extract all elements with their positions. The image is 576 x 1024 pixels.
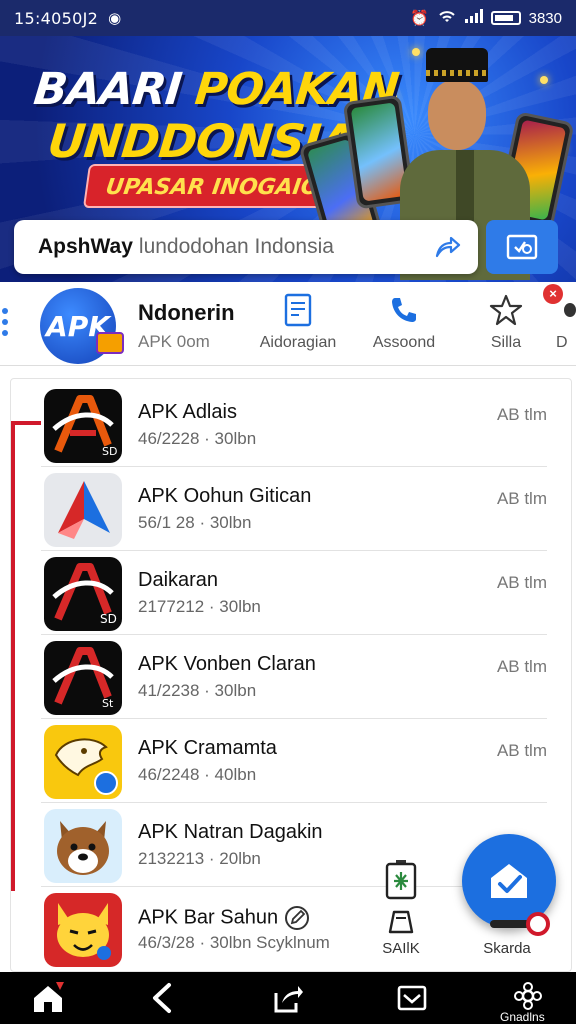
red-accent-line — [11, 421, 41, 891]
edit-icon[interactable] — [284, 905, 310, 931]
app-meta: 56/1 28 · 30lbn — [138, 513, 252, 532]
inbox-icon[interactable] — [392, 980, 432, 1016]
app-size: AB tlm — [496, 741, 547, 760]
banner-headline-white: BAARI — [31, 64, 184, 115]
svg-text:St: St — [102, 697, 114, 710]
quick-item-assoond[interactable]: Assoond — [356, 292, 452, 352]
quick-item-aidoragian[interactable]: Aidoragian — [250, 292, 346, 352]
status-icons: ⏰ 3830 — [410, 8, 562, 28]
app-name: Daikaran — [138, 569, 219, 591]
app-size: AB tlm — [496, 573, 547, 592]
app-meta: 46/3/28 · 30lbn Scyklnum — [138, 933, 330, 952]
back-icon[interactable] — [142, 980, 182, 1016]
app-arrow-logo-icon — [44, 473, 122, 547]
svg-text:SD: SD — [102, 445, 117, 458]
quick-bar: APK Ndonerin APK 0om Aidoragian Assoond … — [0, 282, 576, 366]
app-meta: 46/2228 · 30lbn — [138, 429, 257, 448]
bag-icon — [388, 910, 414, 934]
app-a-logo-icon: St — [44, 641, 122, 715]
home-icon[interactable] — [28, 980, 68, 1016]
app-meta: 46/2248 · 40lbn — [138, 765, 257, 784]
app-name: APK Adlais — [138, 401, 237, 423]
skarda-label[interactable]: Skarda — [470, 940, 544, 957]
list-item[interactable]: APK Oohun Gitican 56/1 28 · 30lbn AB tlm — [41, 467, 547, 551]
search-input[interactable] — [138, 235, 429, 259]
app-meta: 41/2238 · 30lbn — [138, 681, 257, 700]
quick-item-label: D — [556, 334, 568, 351]
menu-dots-icon[interactable] — [2, 308, 10, 336]
document-icon — [250, 292, 346, 328]
alarm-icon: ⏰ — [409, 10, 429, 27]
share-icon[interactable] — [430, 230, 464, 264]
signal-icon — [464, 9, 483, 27]
wifi-icon — [437, 8, 457, 28]
scan-button[interactable] — [486, 220, 558, 274]
star-icon — [458, 292, 554, 328]
quick-item-label: Silla — [490, 334, 522, 351]
quick-item-label: Aidoragian — [259, 334, 337, 351]
app-size: AB tlm — [496, 657, 547, 676]
app-size: AB tlm — [496, 489, 547, 508]
search-bar[interactable]: ApshWay — [14, 220, 478, 274]
status-bar: 15:4050J2 ◉ ⏰ 3830 — [0, 0, 576, 36]
app-dog-logo-icon — [44, 809, 122, 883]
quick-item-label: Assoond — [372, 334, 436, 351]
list-item[interactable]: St APK Vonben Claran 41/2238 · 30lbn AB … — [41, 635, 547, 719]
app-meta: 2177212 · 30lbn — [138, 597, 261, 616]
quick-bar-subtitle: APK 0om — [138, 332, 210, 351]
gear-icon[interactable] — [508, 978, 548, 1014]
search-brand: ApshWay — [38, 235, 133, 258]
app-name: APK Natran Dagakin — [138, 821, 323, 843]
quick-item-silla[interactable]: Silla — [458, 292, 554, 352]
app-name: APK Vonben Claran — [138, 653, 316, 675]
list-item[interactable]: SD Daikaran 2177212 · 30lbn AB tlm — [41, 551, 547, 635]
apk-logo[interactable]: APK — [40, 288, 124, 364]
sparkle-icon — [540, 76, 548, 84]
quick-bar-title: Ndonerin — [138, 300, 235, 325]
battery-clip-icon — [385, 860, 417, 900]
bottom-nav: Gnadlns — [0, 972, 576, 1024]
svg-text:SD: SD — [100, 612, 117, 626]
app-meta: 2132213 · 20lbn — [138, 849, 261, 868]
phone-icon — [356, 292, 452, 328]
app-name: APK Cramamta — [138, 737, 277, 759]
status-time: 15:4050J2 — [14, 8, 99, 28]
toggle-icon[interactable] — [490, 912, 554, 936]
silk-label: SAIlK — [382, 940, 420, 957]
app-name: APK Oohun Gitican — [138, 485, 312, 507]
app-lion-logo-icon — [44, 725, 122, 799]
list-item[interactable]: SD APK Adlais 46/2228 · 30lbn AB tlm — [41, 383, 547, 467]
app-fox-logo-icon — [44, 893, 122, 967]
close-badge-icon[interactable]: × — [543, 284, 563, 304]
app-name-text: APK Bar Sahun — [138, 906, 279, 929]
battery-text: 3830 — [528, 9, 562, 27]
share-box-icon[interactable] — [268, 980, 308, 1016]
home-check-icon — [491, 864, 527, 898]
app-a-logo-icon: SD — [44, 557, 122, 631]
app-size: AB tlm — [496, 405, 547, 424]
battery-icon — [490, 11, 521, 25]
app-a-logo-icon: SD — [44, 389, 122, 463]
nav-label-gnadlns: Gnadlns — [500, 1010, 545, 1024]
location-icon: ◉ — [108, 10, 122, 27]
silk-shortcut[interactable]: SAIlK — [376, 860, 426, 957]
scan-icon — [506, 234, 538, 260]
list-item[interactable]: APK Cramamta 46/2248 · 40lbn AB tlm — [41, 719, 547, 803]
app-name: APK Bar Sahun — [138, 905, 310, 931]
